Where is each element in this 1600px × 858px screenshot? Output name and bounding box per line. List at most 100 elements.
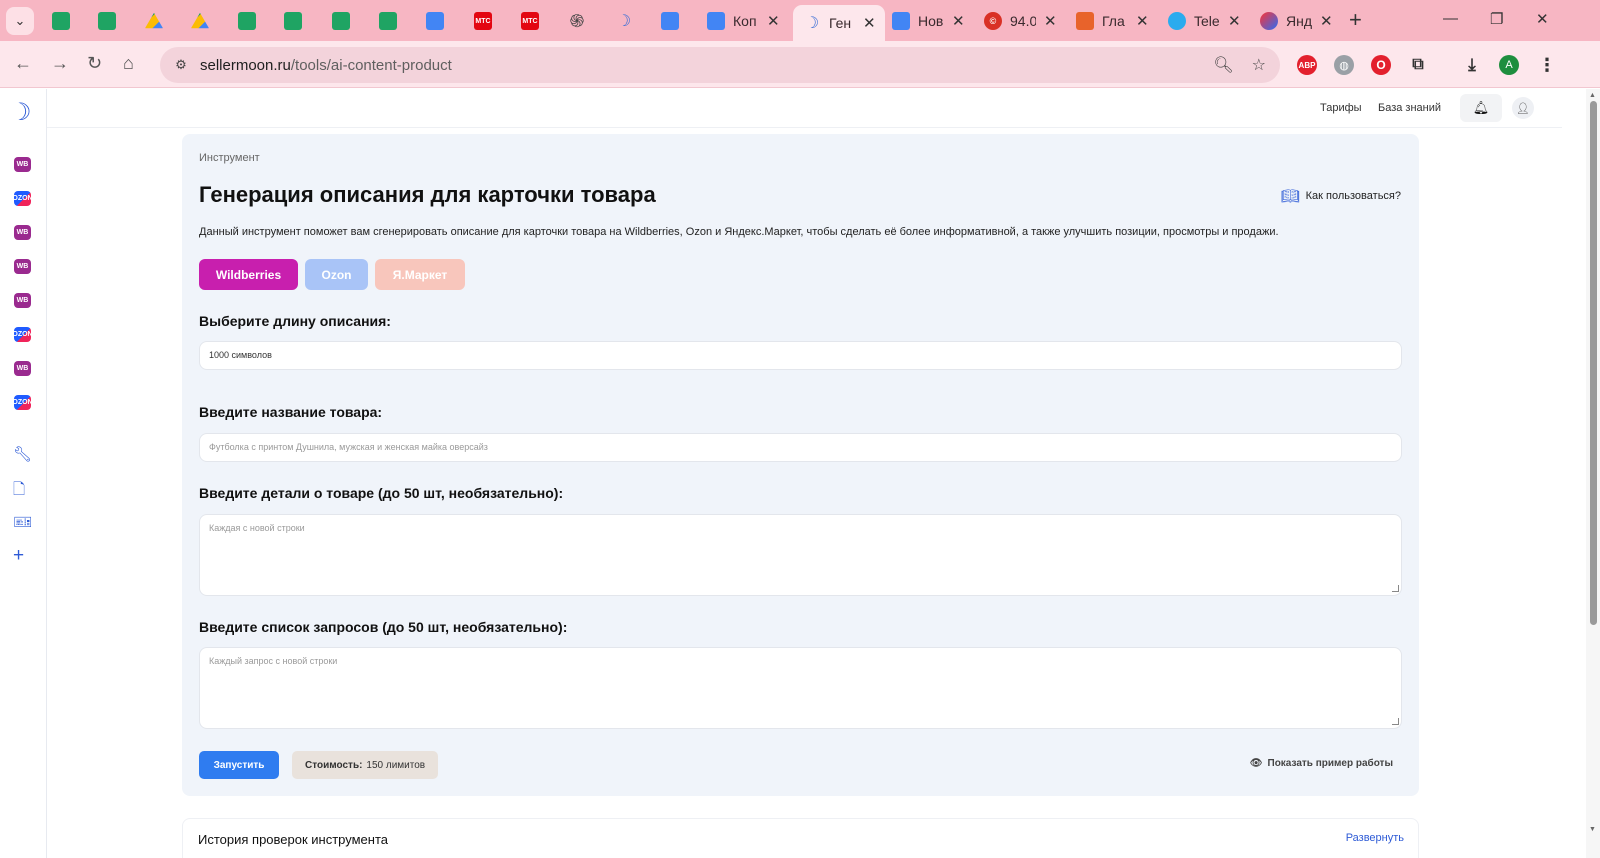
docs-favicon-icon — [707, 12, 725, 30]
tab-title: Янд — [1286, 13, 1312, 29]
sidebar-item-ozon[interactable]: OZON — [12, 327, 33, 342]
top-navigation: Тарифы База знаний 🔔︎ 👤︎ — [47, 89, 1562, 128]
user-profile-icon[interactable]: 👤︎ — [1512, 97, 1534, 119]
length-select[interactable]: 1000 символов — [199, 341, 1402, 370]
browser-tab[interactable] — [270, 6, 316, 36]
forward-button[interactable]: → — [51, 53, 69, 74]
browser-tab[interactable]: Гла ✕ — [1066, 6, 1158, 36]
tab-title: Гла — [1102, 13, 1125, 29]
address-bar[interactable]: ⚙ sellermoon.ru/tools/ai-content-product… — [160, 47, 1280, 83]
marketplace-wildberries-button[interactable]: Wildberries — [199, 259, 298, 290]
browser-tab[interactable] — [224, 6, 270, 36]
sidebar-item-wildberries[interactable]: WB — [14, 225, 31, 240]
browser-tab[interactable]: ☽ Ген ✕ — [793, 5, 885, 41]
restore-window-button[interactable]: ❐ — [1490, 10, 1503, 28]
adblock-extension-icon[interactable]: ABP — [1297, 55, 1317, 75]
show-example-link[interactable]: 👁︎ Показать пример работы — [1250, 758, 1393, 769]
browser-tab[interactable] — [38, 6, 84, 36]
reload-button[interactable]: ↻ — [87, 53, 102, 74]
browser-tab[interactable]: МТС — [507, 6, 553, 36]
scroll-up-arrow-icon[interactable]: ▲ — [1589, 92, 1596, 99]
browser-tab[interactable] — [318, 6, 364, 36]
sidebar-item-wildberries[interactable]: WB — [14, 361, 31, 376]
profile-avatar[interactable]: A — [1499, 55, 1519, 75]
product-name-input[interactable]: Футболка с принтом Душнила, мужская и же… — [199, 433, 1402, 462]
sellermoon-logo-icon[interactable]: ☽ — [10, 98, 32, 127]
close-window-button[interactable]: ✕ — [1536, 10, 1549, 28]
browser-tab[interactable] — [131, 6, 177, 36]
yandex-favicon-icon — [1260, 12, 1278, 30]
history-expand-link[interactable]: Развернуть — [1346, 832, 1404, 844]
queries-resize-handle[interactable] — [1392, 718, 1399, 725]
how-to-use-link[interactable]: 📖︎ Как пользоваться? — [1281, 187, 1401, 205]
tab-search-button[interactable]: ⌄ — [6, 7, 34, 35]
tariffs-link[interactable]: Тарифы — [1320, 102, 1362, 114]
notifications-bell-icon[interactable]: 🔔︎ — [1460, 94, 1502, 122]
browser-menu-icon[interactable]: ⋮ — [1537, 55, 1557, 75]
zoom-icon[interactable]: 🔍︎ — [1213, 55, 1233, 75]
details-resize-handle[interactable] — [1392, 585, 1399, 592]
browser-tab[interactable] — [647, 6, 693, 36]
sidebar-item-ozon[interactable]: OZON — [12, 191, 33, 206]
vpn-extension-icon[interactable]: O — [1371, 55, 1391, 75]
browser-tab[interactable]: ☽ — [601, 6, 647, 36]
wrench-icon[interactable]: 🔧︎ — [13, 445, 32, 463]
tab-close-icon[interactable]: ✕ — [952, 12, 965, 30]
tab-title: 94.0 — [1010, 13, 1036, 29]
minimize-window-button[interactable]: — — [1443, 10, 1458, 27]
scroll-down-arrow-icon[interactable]: ▼ — [1589, 826, 1596, 833]
eye-icon: 👁︎ — [1249, 758, 1263, 769]
sheets-favicon-icon — [284, 12, 302, 30]
sidebar-item-wildberries[interactable]: WB — [14, 293, 31, 308]
browser-tab[interactable] — [84, 6, 130, 36]
tab-close-icon[interactable]: ✕ — [1044, 12, 1057, 30]
browser-tab[interactable]: Tele ✕ — [1158, 6, 1250, 36]
mts-favicon-icon: МТС — [521, 12, 539, 30]
scrollbar-thumb[interactable] — [1590, 101, 1597, 625]
browser-tab[interactable]: Коп ✕ — [697, 6, 789, 36]
page-scrollbar[interactable]: ▲ ▼ — [1586, 89, 1600, 858]
tab-title: Коп — [733, 13, 757, 29]
drive-favicon-icon — [145, 12, 163, 29]
back-button[interactable]: ← — [14, 53, 32, 74]
new-tab-button[interactable]: + — [1349, 9, 1362, 31]
browser-tab[interactable]: МТС — [460, 6, 506, 36]
browser-tab[interactable] — [365, 6, 411, 36]
run-button[interactable]: Запустить — [199, 751, 279, 779]
tool-card: Инструмент Генерация описания для карточ… — [182, 134, 1419, 796]
browser-tab[interactable] — [412, 6, 458, 36]
browser-tab[interactable]: ֍ — [554, 6, 600, 36]
sidebar-item-wildberries[interactable]: WB — [14, 259, 31, 274]
tab-close-icon[interactable]: ✕ — [1136, 12, 1149, 30]
sidebar-item-wildberries[interactable]: WB — [14, 157, 31, 172]
add-icon[interactable]: + — [13, 545, 24, 567]
tab-close-icon[interactable]: ✕ — [1320, 12, 1333, 30]
site-settings-icon[interactable]: ⚙ — [170, 54, 192, 76]
knowledge-base-link[interactable]: База знаний — [1378, 102, 1441, 114]
browser-tab[interactable]: © 94.0 ✕ — [974, 6, 1066, 36]
document-icon[interactable]: 🗋 — [13, 479, 25, 504]
marketplace-yandex-market-button[interactable]: Я.Маркет — [375, 259, 465, 290]
home-button[interactable]: ⌂ — [123, 53, 134, 74]
ticket-icon[interactable]: 🎫︎ — [13, 513, 32, 531]
browser-tab[interactable]: Янд ✕ — [1250, 6, 1342, 36]
queries-textarea[interactable]: Каждый запрос с новой строки — [199, 647, 1402, 729]
cost-value: 150 лимитов — [366, 759, 426, 771]
url-path: /tools/ai-content-product — [290, 56, 452, 74]
marketplace-ozon-button[interactable]: Ozon — [305, 259, 368, 290]
browser-tab[interactable] — [177, 6, 223, 36]
extensions-icon[interactable]: ⧉ — [1408, 55, 1428, 75]
tab-close-icon[interactable]: ✕ — [767, 12, 780, 30]
gpt-favicon-icon: ֍ — [569, 11, 585, 31]
browser-tab[interactable]: Нов ✕ — [882, 6, 974, 36]
download-icon[interactable]: ⤓ — [1462, 55, 1482, 75]
tab-close-icon[interactable]: ✕ — [863, 14, 876, 32]
history-title: История проверок инструмента — [198, 832, 388, 847]
tab-close-icon[interactable]: ✕ — [1228, 12, 1241, 30]
web-page: ☽ WB OZON WB WB WB OZON WB OZON 🔧︎ 🗋 🎫︎ + Тариф… — [0, 89, 1600, 858]
sidebar-item-ozon[interactable]: OZON — [12, 395, 33, 410]
details-textarea[interactable]: Каждая с новой строки — [199, 514, 1402, 596]
bookmark-star-icon[interactable]: ☆ — [1252, 55, 1266, 75]
translate-extension-icon[interactable]: ◍ — [1334, 55, 1354, 75]
url-text[interactable]: sellermoon.ru/tools/ai-content-product — [200, 57, 452, 74]
